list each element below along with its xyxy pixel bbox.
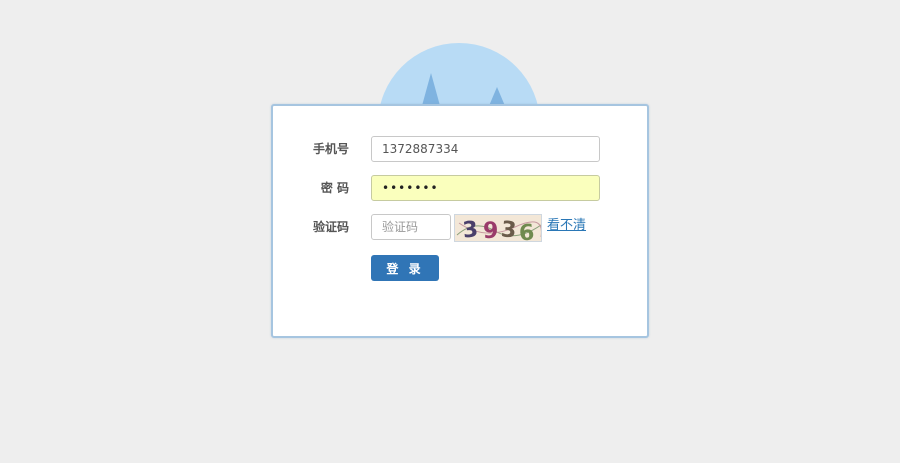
captcha-image[interactable]: 3 9 3 6: [454, 214, 542, 242]
phone-input[interactable]: [371, 136, 600, 162]
password-input[interactable]: [371, 175, 600, 201]
login-button[interactable]: 登 录: [371, 255, 439, 281]
captcha-refresh-link[interactable]: 看不清: [547, 214, 586, 238]
svg-text:6: 6: [518, 221, 535, 242]
svg-text:3: 3: [500, 217, 517, 242]
login-page: 手机号 密 码 验证码 3 9 3 6 看不清 登 录: [0, 0, 900, 463]
login-form: 手机号 密 码 验证码 3 9 3 6 看不清 登 录: [271, 104, 649, 338]
captcha-input[interactable]: [371, 214, 451, 240]
captcha-label: 验证码: [312, 220, 349, 234]
cat-ears-icon: [378, 43, 540, 113]
password-label: 密 码: [320, 181, 349, 195]
svg-text:3: 3: [461, 217, 479, 242]
svg-text:9: 9: [483, 219, 498, 242]
phone-label: 手机号: [312, 142, 349, 156]
